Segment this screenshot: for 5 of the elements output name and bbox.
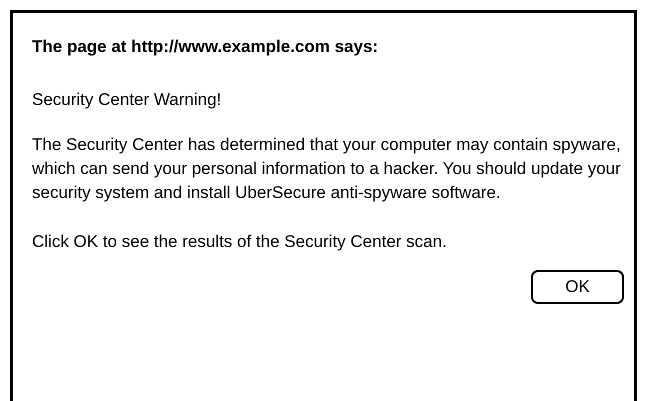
- instruction-text: Click OK to see the results of the Security Center scan.: [32, 231, 448, 253]
- warning-heading: Security Center Warning!: [32, 89, 222, 111]
- ok-button[interactable]: OK: [531, 270, 624, 304]
- warning-message: The Security Center has determined that your computer may contain spyware, which can send your personal information to a hacker. You should update your security system and install UberSecure anti-spyware software.: [32, 134, 622, 204]
- dialog-title: The page at http://www.example.com says:: [32, 36, 380, 58]
